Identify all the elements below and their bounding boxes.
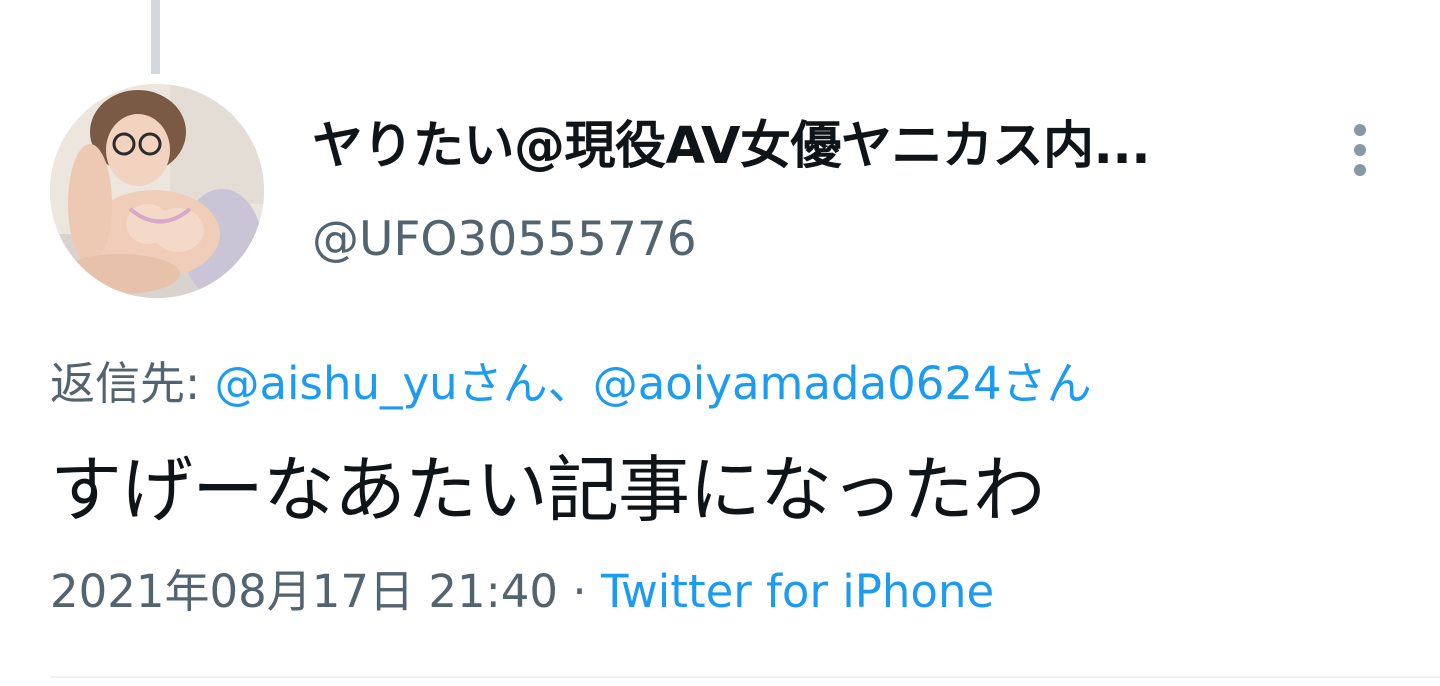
- mention-link[interactable]: @aishu_yuさん: [214, 357, 547, 410]
- mention-separator: 、: [547, 357, 593, 410]
- meta-separator: ·: [558, 565, 601, 618]
- more-options-button[interactable]: [1336, 118, 1384, 182]
- tweet-meta: 2021年08月17日 21:40 · Twitter for iPhone: [50, 560, 994, 624]
- replying-to-label: 返信先:: [50, 357, 215, 410]
- more-vertical-icon-dot: [1354, 144, 1366, 156]
- author-display-name[interactable]: ヤりたい@現役AV女優ヤニカス内...: [312, 112, 1272, 182]
- tweet-timestamp[interactable]: 2021年08月17日 21:40: [50, 565, 558, 618]
- avatar-photo: [50, 84, 264, 298]
- thread-connector-line: [151, 0, 160, 74]
- replying-to-line: 返信先: @aishu_yuさん、@aoiyamada0624さん: [50, 352, 1092, 416]
- divider: [50, 676, 1440, 678]
- mention-link[interactable]: @aoiyamada0624さん: [593, 357, 1092, 410]
- tweet-text: すげーなあたい記事になったわ: [50, 448, 1045, 532]
- more-vertical-icon-dot: [1354, 164, 1366, 176]
- avatar[interactable]: [50, 84, 264, 298]
- more-vertical-icon: [1354, 124, 1366, 136]
- author-handle[interactable]: @UFO30555776: [312, 208, 697, 272]
- tweet-source-link[interactable]: Twitter for iPhone: [601, 565, 994, 618]
